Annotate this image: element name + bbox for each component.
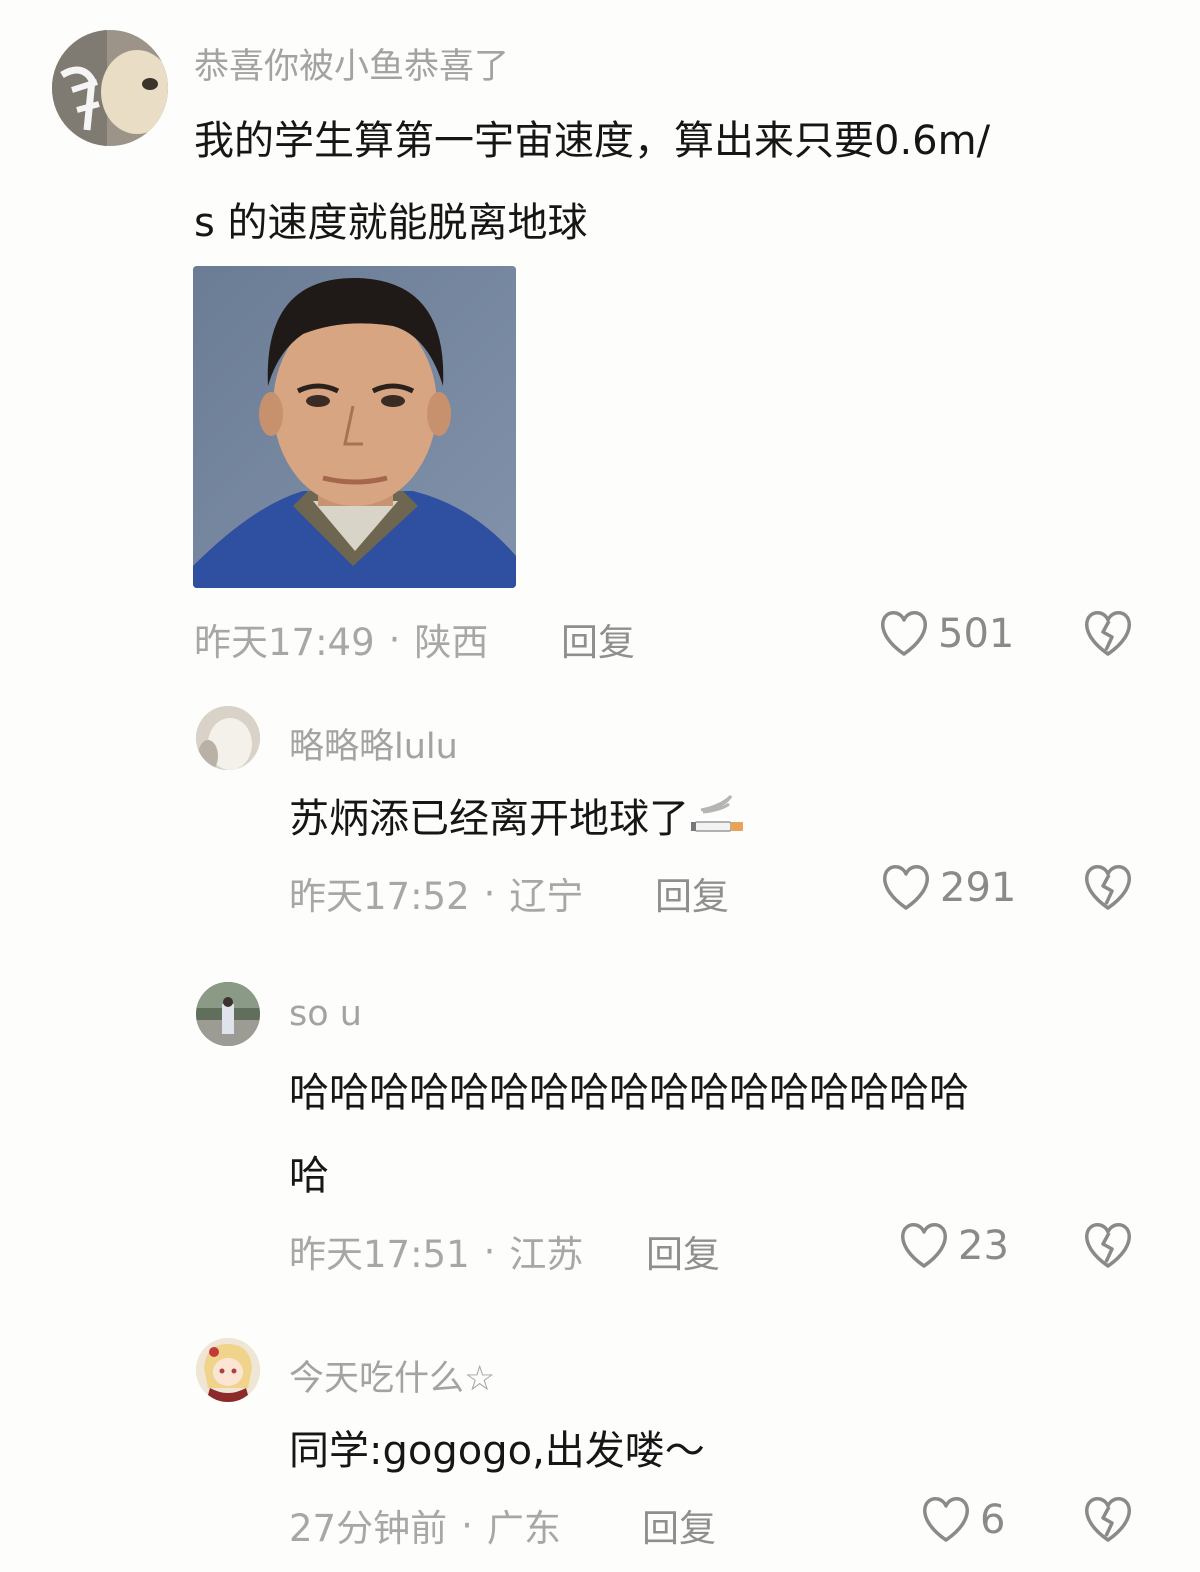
location: 江苏 <box>509 1233 584 1276</box>
dislike-button[interactable] <box>1082 610 1134 662</box>
comment-meta: 27分钟前 · 广东 <box>289 1498 561 1552</box>
location: 辽宁 <box>509 875 584 918</box>
heart-outline-icon <box>881 611 927 656</box>
avatar[interactable] <box>52 30 168 146</box>
like-button[interactable]: 291 <box>880 864 1016 912</box>
like-count: 23 <box>958 1223 1009 1269</box>
comment-text: 苏炳添已经离开地球了 <box>289 796 689 842</box>
dislike-button[interactable] <box>1082 864 1134 916</box>
username[interactable]: so u <box>289 994 362 1034</box>
avatar-image <box>196 1338 260 1402</box>
reply-button[interactable]: 回复 <box>655 866 729 920</box>
like-count: 501 <box>938 611 1015 657</box>
avatar-image <box>52 30 168 146</box>
timestamp: 27分钟前 <box>289 1507 448 1550</box>
broken-heart-icon <box>1085 865 1131 910</box>
username[interactable]: 今天吃什么☆ <box>289 1350 495 1401</box>
broken-heart-icon <box>1085 1497 1131 1542</box>
location: 陕西 <box>414 621 489 664</box>
avatar[interactable] <box>196 706 260 770</box>
like-count: 291 <box>940 865 1017 911</box>
cigarette-emoji <box>691 794 743 832</box>
comment-meta: 昨天17:52 · 辽宁 <box>289 866 583 920</box>
broken-heart-icon <box>1085 611 1131 656</box>
reply-button[interactable]: 回复 <box>561 612 635 666</box>
avatar-image <box>196 706 260 770</box>
username[interactable]: 略略略lulu <box>289 718 458 769</box>
comment-meta: 昨天17:49 · 陕西 <box>194 612 488 666</box>
heart-outline-icon <box>901 1223 947 1268</box>
comment-text-line: 哈哈哈哈哈哈哈哈哈哈哈哈哈哈哈哈哈 <box>289 1070 969 1116</box>
like-button[interactable]: 501 <box>878 610 1014 658</box>
student-portrait-image <box>193 266 516 588</box>
avatar[interactable] <box>196 982 260 1046</box>
separator: · <box>483 1229 496 1273</box>
comment-text-line: s 的速度就能脱离地球 <box>194 200 588 246</box>
broken-heart-icon <box>1085 1223 1131 1268</box>
comment-meta: 昨天17:51 · 江苏 <box>289 1224 583 1278</box>
heart-outline-icon <box>923 1497 969 1542</box>
attached-photo[interactable] <box>193 266 516 588</box>
dislike-button[interactable] <box>1082 1222 1134 1274</box>
reply-button[interactable]: 回复 <box>642 1498 716 1552</box>
like-count: 6 <box>980 1497 1006 1543</box>
username[interactable]: 恭喜你被小鱼恭喜了 <box>194 38 509 89</box>
separator: · <box>461 1503 473 1547</box>
location: 广东 <box>486 1507 561 1550</box>
timestamp: 昨天17:49 <box>194 621 375 664</box>
comment-text-line: 同学:gogogo,出发喽～ <box>289 1428 705 1474</box>
separator: · <box>483 871 496 915</box>
reply-button[interactable]: 回复 <box>646 1224 720 1278</box>
heart-outline-icon <box>883 865 929 910</box>
comment-text-line: 苏炳添已经离开地球了 <box>289 786 747 844</box>
like-button[interactable]: 23 <box>898 1222 1009 1270</box>
timestamp: 昨天17:52 <box>289 875 470 918</box>
timestamp: 昨天17:51 <box>289 1233 470 1276</box>
separator: · <box>388 617 401 661</box>
dislike-button[interactable] <box>1082 1496 1134 1548</box>
like-button[interactable]: 6 <box>920 1496 1005 1544</box>
comment-text-line: 我的学生算第一宇宙速度，算出来只要0.6m/ <box>194 118 991 164</box>
avatar[interactable] <box>196 1338 260 1402</box>
avatar-image <box>196 982 260 1046</box>
comment-text-line: 哈 <box>289 1153 329 1199</box>
